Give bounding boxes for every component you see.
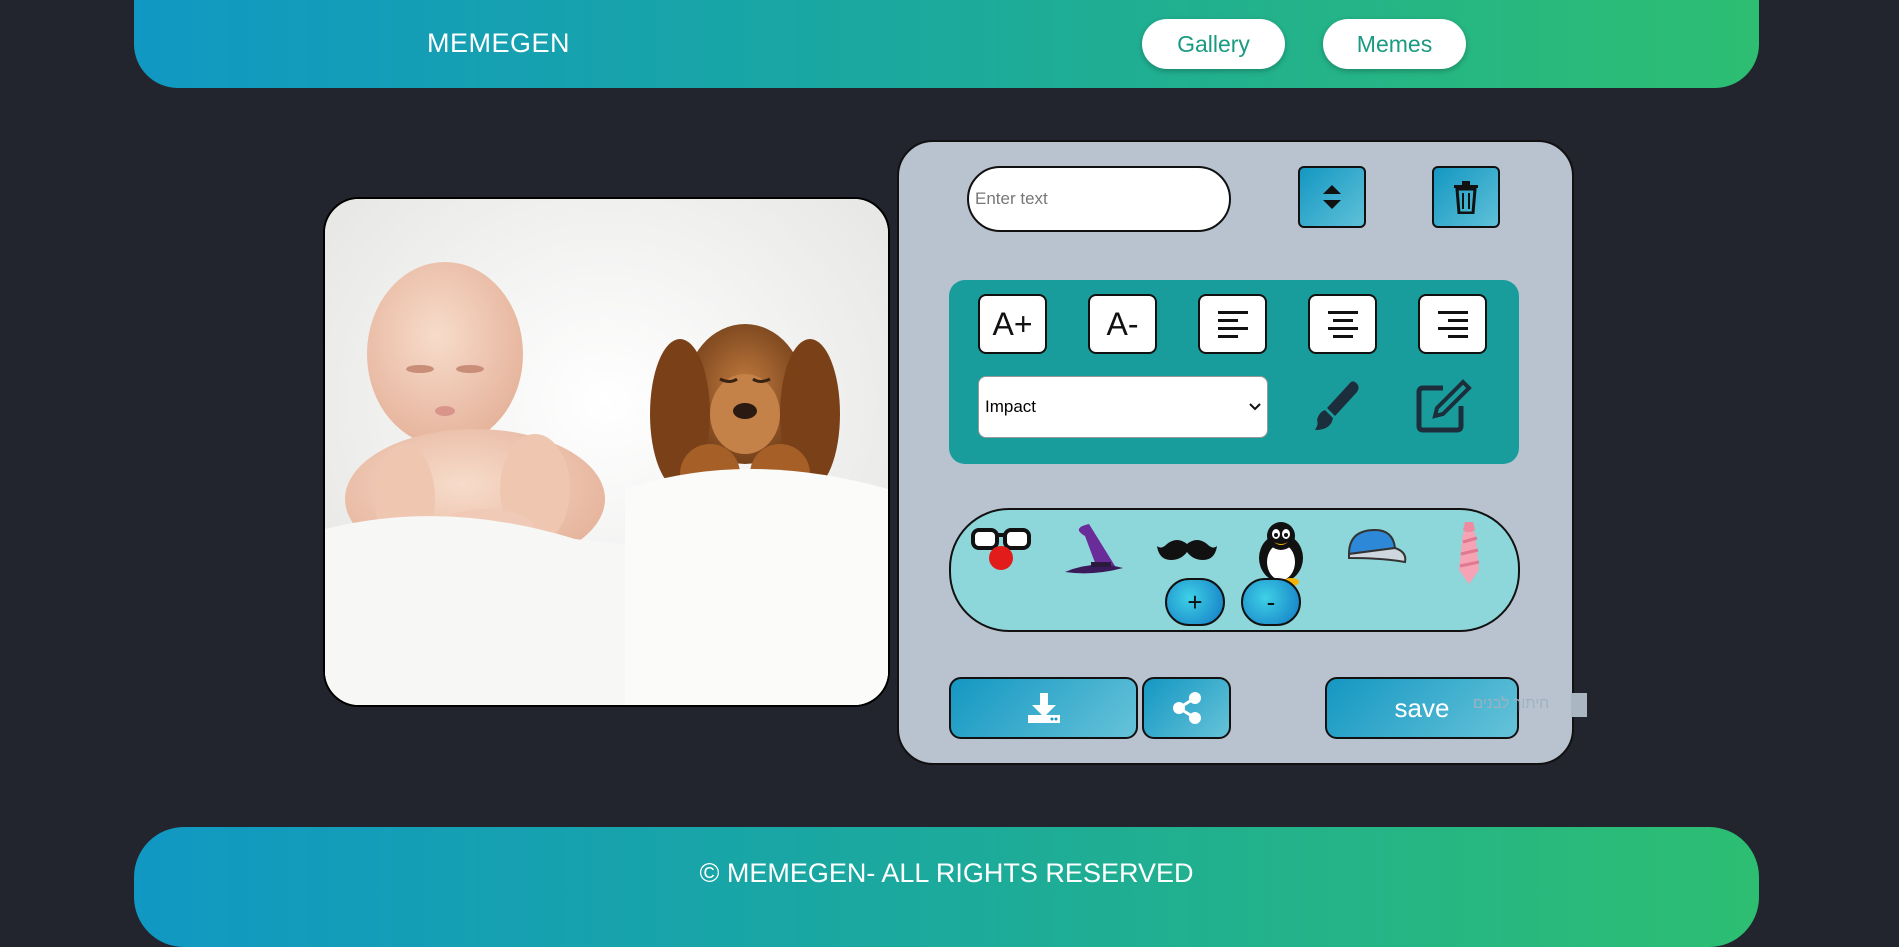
meme-canvas[interactable] bbox=[323, 197, 890, 707]
font-family-value: Impact bbox=[985, 397, 1037, 416]
penguin-sticker[interactable] bbox=[1249, 518, 1313, 586]
footer-bar: © MEMEGEN- ALL RIGHTS RESERVED bbox=[134, 827, 1759, 947]
save-label: save bbox=[1394, 692, 1450, 723]
align-right-icon bbox=[1437, 311, 1468, 338]
meme-text-input[interactable] bbox=[967, 166, 1231, 232]
align-left-icon bbox=[1217, 311, 1248, 338]
editor-panel: A+ A- bbox=[897, 140, 1587, 765]
tie-sticker[interactable] bbox=[1437, 518, 1501, 586]
cap-icon bbox=[1347, 528, 1407, 564]
nav-gallery-button[interactable]: Gallery bbox=[1142, 19, 1285, 69]
align-center-button[interactable] bbox=[1308, 294, 1377, 354]
trash-icon bbox=[1454, 181, 1478, 214]
align-left-button[interactable] bbox=[1198, 294, 1267, 354]
mustache-icon bbox=[1157, 540, 1217, 560]
hidden-checkbox[interactable] bbox=[1571, 693, 1587, 717]
cap-sticker[interactable] bbox=[1343, 518, 1407, 586]
tie-icon bbox=[1459, 522, 1480, 584]
font-family-select[interactable]: Impact bbox=[978, 376, 1268, 438]
align-center-icon bbox=[1327, 311, 1358, 338]
header-bar bbox=[134, 0, 1759, 88]
align-right-button[interactable] bbox=[1418, 294, 1487, 354]
paint-brush-icon bbox=[1315, 381, 1359, 430]
text-color-button[interactable] bbox=[1305, 376, 1365, 436]
hidden-label: חיתוך לבנים bbox=[1473, 695, 1550, 712]
download-icon bbox=[1027, 693, 1060, 723]
download-button[interactable] bbox=[949, 677, 1138, 739]
share-button[interactable] bbox=[1142, 677, 1231, 739]
switch-line-button[interactable] bbox=[1298, 166, 1366, 228]
text-tools-panel: A+ A- Impact bbox=[949, 280, 1519, 464]
meme-image bbox=[325, 199, 888, 705]
sticker-remove-button[interactable]: - bbox=[1241, 578, 1301, 626]
font-decrease-button[interactable]: A- bbox=[1088, 294, 1157, 354]
nav-memes-button[interactable]: Memes bbox=[1323, 19, 1466, 69]
glasses-nose-sticker[interactable] bbox=[969, 518, 1033, 586]
sticker-panel: + - bbox=[949, 508, 1520, 632]
mustache-sticker[interactable] bbox=[1155, 518, 1219, 586]
witch-hat-icon bbox=[1065, 524, 1123, 574]
stroke-color-button[interactable] bbox=[1413, 376, 1473, 436]
glasses-nose-icon bbox=[971, 528, 1031, 570]
delete-line-button[interactable] bbox=[1432, 166, 1500, 228]
witch-hat-sticker[interactable] bbox=[1061, 518, 1125, 586]
sticker-add-button[interactable]: + bbox=[1165, 578, 1225, 626]
share-icon bbox=[1172, 692, 1201, 724]
switch-line-icon bbox=[1323, 185, 1341, 209]
font-increase-button[interactable]: A+ bbox=[978, 294, 1047, 354]
edit-icon bbox=[1416, 379, 1472, 433]
chevron-down-icon bbox=[1249, 403, 1261, 411]
penguin-icon bbox=[1259, 522, 1303, 586]
footer-copyright: © MEMEGEN- ALL RIGHTS RESERVED bbox=[699, 858, 1194, 888]
logo[interactable]: MEMEGEN bbox=[427, 28, 570, 59]
